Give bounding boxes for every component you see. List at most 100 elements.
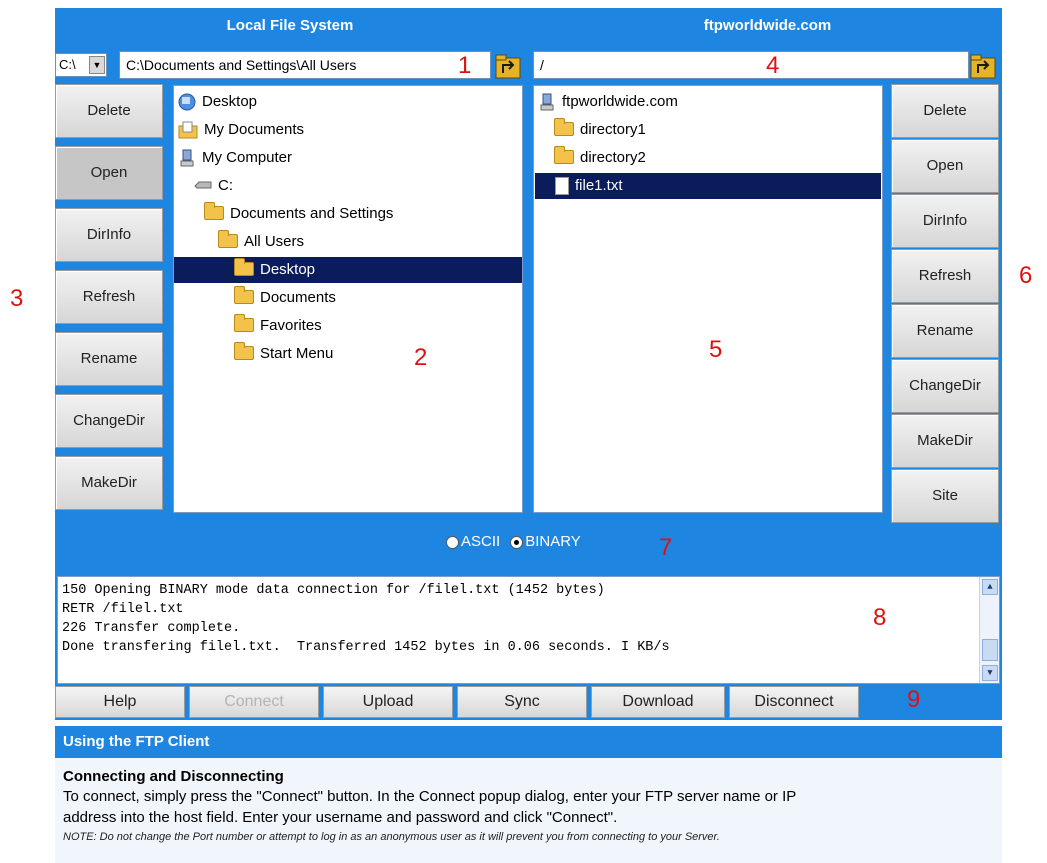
remote-refresh-button[interactable]: Refresh — [891, 249, 999, 303]
help-body: Connecting and Disconnecting To connect,… — [55, 758, 1002, 863]
drive-select[interactable]: C:\ ▼ — [55, 53, 107, 77]
tree-node-label: directory1 — [580, 121, 646, 138]
tree-node-file1[interactable]: file1.txt — [535, 173, 881, 199]
server-icon — [540, 93, 554, 111]
tree-node-desktop-root[interactable]: Desktop — [176, 89, 520, 115]
log-line: Done transfering filel.txt. Transferred … — [62, 640, 670, 655]
tree-node-label: Desktop — [202, 93, 258, 110]
local-rename-button[interactable]: Rename — [55, 332, 163, 386]
local-path-field[interactable]: C:\Documents and Settings\All Users — [119, 51, 491, 79]
binary-radio[interactable] — [510, 535, 524, 549]
remote-delete-button[interactable]: Delete — [891, 84, 999, 138]
tree-node-my-computer[interactable]: My Computer — [176, 145, 520, 171]
local-file-tree[interactable]: Desktop My Documents My Computer C: Docu… — [173, 85, 523, 513]
remote-open-button[interactable]: Open — [891, 139, 999, 193]
local-delete-button[interactable]: Delete — [55, 84, 163, 138]
folder-icon — [554, 118, 574, 137]
binary-label: BINARY — [525, 533, 581, 550]
help-button[interactable]: Help — [55, 686, 185, 718]
tree-node-directory2[interactable]: directory2 — [554, 145, 878, 171]
tree-node-label: directory2 — [580, 149, 646, 166]
local-parent-folder-icon[interactable] — [495, 53, 521, 79]
transfer-mode-bar: ASCII BINARY — [55, 515, 1002, 575]
remote-file-tree[interactable]: ftpworldwide.com directory1 directory2 f… — [533, 85, 883, 513]
ascii-label: ASCII — [461, 533, 501, 550]
connect-button[interactable]: Connect — [189, 686, 319, 718]
log-line: RETR /filel.txt — [62, 602, 184, 617]
annotation-8: 8 — [873, 604, 887, 631]
tree-node-desktop-selected[interactable]: Desktop — [174, 257, 522, 283]
my-documents-icon — [178, 121, 198, 139]
drive-select-value: C:\ — [59, 57, 76, 72]
transfer-mode-group: ASCII BINARY — [446, 533, 581, 550]
transfer-log[interactable]: 150 Opening BINARY mode data connection … — [57, 576, 1000, 684]
local-pane-title: Local File System — [226, 17, 354, 34]
file-icon — [555, 177, 569, 196]
computer-icon — [180, 149, 194, 167]
local-refresh-button[interactable]: Refresh — [55, 270, 163, 324]
tree-node-label: Documents — [260, 289, 336, 306]
tree-node-all-users[interactable]: All Users — [218, 229, 520, 255]
remote-dirinfo-button[interactable]: DirInfo — [891, 194, 999, 248]
local-changedir-button[interactable]: ChangeDir — [55, 394, 163, 448]
tree-node-server[interactable]: ftpworldwide.com — [538, 89, 878, 115]
local-makedir-button[interactable]: MakeDir — [55, 456, 163, 510]
tree-node-documents-and-settings[interactable]: Documents and Settings — [204, 201, 520, 227]
ascii-radio[interactable] — [446, 535, 459, 549]
annotation-5: 5 — [709, 336, 723, 363]
local-open-button[interactable]: Open — [55, 146, 163, 200]
desktop-icon — [178, 93, 196, 111]
remote-pane-title: ftpworldwide.com — [703, 17, 832, 34]
remote-changedir-button[interactable]: ChangeDir — [891, 359, 999, 413]
scroll-up-icon[interactable]: ▲ — [982, 579, 998, 595]
tree-node-label: Favorites — [260, 317, 322, 334]
tree-node-label: C: — [218, 177, 233, 194]
help-paragraph: address into the host field. Enter your … — [63, 809, 618, 826]
tree-node-label: All Users — [244, 233, 305, 250]
folder-icon — [234, 258, 254, 277]
remote-rename-button[interactable]: Rename — [891, 304, 999, 358]
tree-node-label: Documents and Settings — [230, 205, 394, 222]
folder-icon — [218, 230, 238, 249]
tree-node-label: ftpworldwide.com — [562, 93, 678, 110]
tree-node-directory1[interactable]: directory1 — [554, 117, 878, 143]
tree-node-my-documents[interactable]: My Documents — [176, 117, 520, 143]
tree-node-drive-c[interactable]: C: — [194, 173, 520, 199]
annotation-4: 4 — [766, 52, 780, 79]
folder-icon — [234, 314, 254, 333]
scroll-thumb[interactable] — [982, 639, 998, 661]
sync-button[interactable]: Sync — [457, 686, 587, 718]
help-note: NOTE: Do not change the Port number or a… — [63, 831, 720, 843]
remote-makedir-button[interactable]: MakeDir — [891, 414, 999, 468]
annotation-7: 7 — [659, 534, 673, 561]
annotation-9: 9 — [907, 686, 921, 713]
annotation-6: 6 — [1019, 262, 1033, 289]
remote-parent-folder-icon[interactable] — [970, 53, 996, 79]
tree-node-documents[interactable]: Documents — [234, 285, 520, 311]
local-dirinfo-button[interactable]: DirInfo — [55, 208, 163, 262]
download-button[interactable]: Download — [591, 686, 725, 718]
folder-icon — [234, 342, 254, 361]
log-line: 150 Opening BINARY mode data connection … — [62, 583, 605, 598]
help-header: Using the FTP Client — [55, 726, 1002, 758]
annotation-1: 1 — [458, 52, 472, 79]
tree-node-start-menu[interactable]: Start Menu — [234, 341, 520, 367]
help-section-title: Connecting and Disconnecting — [63, 768, 284, 785]
drive-icon — [194, 181, 212, 189]
log-scrollbar[interactable]: ▲ ▼ — [979, 577, 999, 683]
annotation-3: 3 — [10, 285, 24, 312]
upload-button[interactable]: Upload — [323, 686, 453, 718]
chevron-down-icon[interactable]: ▼ — [89, 56, 105, 74]
bottom-toolbar: Help Connect Upload Sync Download Discon… — [55, 686, 1002, 720]
scroll-down-icon[interactable]: ▼ — [982, 665, 998, 681]
folder-icon — [204, 202, 224, 221]
log-line: 226 Transfer complete. — [62, 621, 241, 636]
disconnect-button[interactable]: Disconnect — [729, 686, 859, 718]
tree-node-label: My Computer — [202, 149, 293, 166]
folder-icon — [234, 286, 254, 305]
annotation-2: 2 — [414, 344, 428, 371]
folder-icon — [554, 146, 574, 165]
tree-node-label: My Documents — [204, 121, 305, 138]
remote-path-field[interactable]: / — [533, 51, 969, 79]
tree-node-favorites[interactable]: Favorites — [234, 313, 520, 339]
